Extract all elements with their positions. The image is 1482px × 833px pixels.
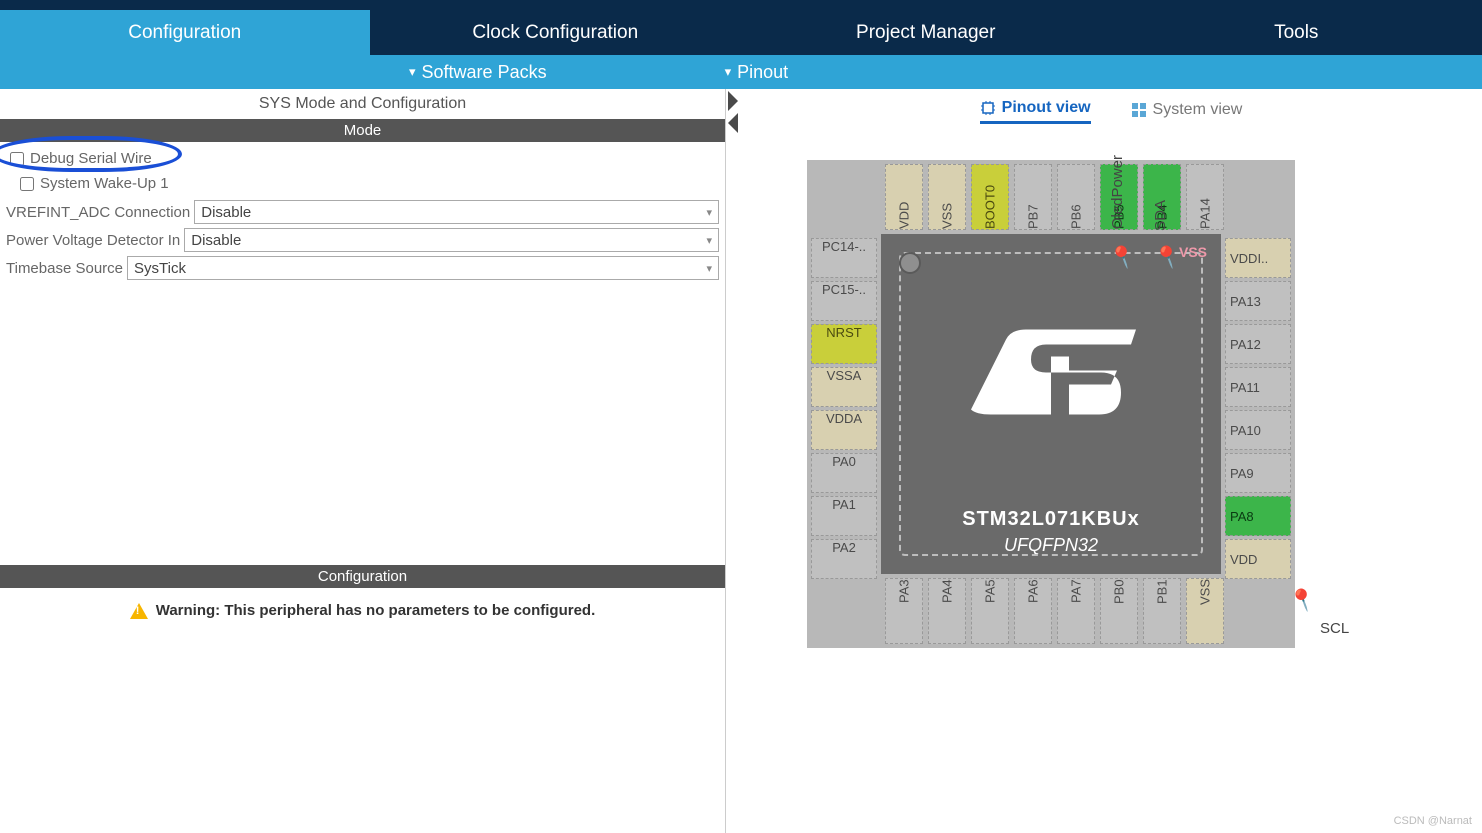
pin-vddi[interactable]: VDDI.. bbox=[1225, 238, 1291, 278]
system-view-label: System view bbox=[1153, 101, 1243, 119]
pin-pa14[interactable]: PA14 bbox=[1186, 164, 1224, 230]
chevron-down-icon: ▾ bbox=[706, 262, 712, 275]
pin-pa10[interactable]: PA10 bbox=[1225, 410, 1291, 450]
pin-vdd[interactable]: VDD bbox=[885, 164, 923, 230]
timebase-label: Timebase Source bbox=[6, 260, 127, 277]
pin-pa0[interactable]: PA0 bbox=[811, 453, 877, 493]
debug-checkbox[interactable] bbox=[10, 152, 24, 166]
vrefint-label: VREFINT_ADC Connection bbox=[6, 204, 194, 221]
panel-title: SYS Mode and Configuration bbox=[0, 89, 725, 119]
warning-text: Warning: This peripheral has no paramete… bbox=[156, 602, 596, 619]
pin-pb6[interactable]: PB6 bbox=[1057, 164, 1095, 230]
pinout-label: Pinout bbox=[737, 62, 788, 83]
tab-system-view[interactable]: System view bbox=[1131, 99, 1243, 124]
pin-pa13[interactable]: PA13 bbox=[1225, 281, 1291, 321]
vrefint-select[interactable]: Disable ▾ bbox=[194, 200, 719, 224]
grid-icon bbox=[1131, 102, 1147, 118]
checkbox-system-wakeup[interactable]: System Wake-Up 1 bbox=[20, 175, 719, 192]
pin-pc15-[interactable]: PC15-.. bbox=[811, 281, 877, 321]
pin-vdda[interactable]: VDDA bbox=[811, 410, 877, 450]
dropdown-software-packs[interactable]: ▾ Software Packs bbox=[395, 62, 561, 83]
tab-tools[interactable]: Tools bbox=[1112, 10, 1482, 55]
pin1-dot bbox=[899, 252, 921, 274]
pin-pa5[interactable]: PA5 bbox=[971, 578, 1009, 644]
watermark: CSDN @Narnat bbox=[1394, 815, 1472, 827]
pin-label-oledpower: OledPower bbox=[1109, 155, 1126, 229]
chevron-down-icon: ▾ bbox=[409, 64, 416, 80]
pin-pb7[interactable]: PB7 bbox=[1014, 164, 1052, 230]
chip-core: VSS STM32L071KBUx UFQFPN32 bbox=[881, 234, 1221, 574]
section-mode: Mode bbox=[0, 119, 725, 142]
pin-vssa[interactable]: VSSA bbox=[811, 367, 877, 407]
warning-message: Warning: This peripheral has no paramete… bbox=[0, 588, 725, 633]
pin-vss[interactable]: VSS bbox=[1186, 578, 1224, 644]
main-tabs: Configuration Clock Configuration Projec… bbox=[0, 10, 1482, 55]
pin-pa7[interactable]: PA7 bbox=[1057, 578, 1095, 644]
pin-pa6[interactable]: PA6 bbox=[1014, 578, 1052, 644]
chevron-down-icon: ▾ bbox=[706, 234, 712, 247]
vrefint-value: Disable bbox=[201, 204, 251, 221]
chip-icon bbox=[980, 100, 996, 116]
debug-label: Debug Serial Wire bbox=[30, 150, 152, 167]
pinout-view-label: Pinout view bbox=[1002, 99, 1091, 117]
pin-nrst[interactable]: NRST bbox=[811, 324, 877, 364]
pin-pa9[interactable]: PA9 bbox=[1225, 453, 1291, 493]
pin-boot0[interactable]: BOOT0 bbox=[971, 164, 1009, 230]
dropdown-pinout[interactable]: ▾ Pinout bbox=[711, 62, 803, 83]
chevron-down-icon: ▾ bbox=[706, 206, 712, 219]
pin-label-sda: SDA bbox=[1152, 200, 1169, 231]
software-packs-label: Software Packs bbox=[422, 62, 547, 83]
pane-splitter[interactable] bbox=[726, 89, 740, 833]
section-configuration: Configuration bbox=[0, 565, 725, 588]
tab-pinout-view[interactable]: Pinout view bbox=[980, 99, 1091, 124]
pin-pa11[interactable]: PA11 bbox=[1225, 367, 1291, 407]
pin-pa8[interactable]: PA8 bbox=[1225, 496, 1291, 536]
pin-pa3[interactable]: PA3 bbox=[885, 578, 923, 644]
pin-pa4[interactable]: PA4 bbox=[928, 578, 966, 644]
pin-pb1[interactable]: PB1 bbox=[1143, 578, 1181, 644]
checkbox-debug-serial-wire[interactable]: Debug Serial Wire bbox=[10, 150, 719, 167]
tab-project-manager[interactable]: Project Manager bbox=[741, 10, 1112, 55]
tab-clock[interactable]: Clock Configuration bbox=[371, 10, 742, 55]
pvd-label: Power Voltage Detector In bbox=[6, 232, 184, 249]
pin-vss[interactable]: VSS bbox=[928, 164, 966, 230]
pin-pa1[interactable]: PA1 bbox=[811, 496, 877, 536]
pin-vdd[interactable]: VDD bbox=[1225, 539, 1291, 579]
wakeup-label: System Wake-Up 1 bbox=[40, 175, 169, 192]
st-logo bbox=[951, 314, 1151, 439]
pvd-value: Disable bbox=[191, 232, 241, 249]
timebase-select[interactable]: SysTick ▾ bbox=[127, 256, 719, 280]
chip-package[interactable]: VSS STM32L071KBUx UFQFPN32 VDDVSSBOOT0PB… bbox=[807, 160, 1295, 648]
pin-pa2[interactable]: PA2 bbox=[811, 539, 877, 579]
timebase-value: SysTick bbox=[134, 260, 186, 277]
chevron-down-icon: ▾ bbox=[725, 64, 732, 80]
pin-label-scl: SCL bbox=[1320, 620, 1349, 637]
wakeup-checkbox[interactable] bbox=[20, 177, 34, 191]
tab-configuration[interactable]: Configuration bbox=[0, 10, 371, 55]
warning-icon bbox=[130, 603, 148, 619]
pvd-select[interactable]: Disable ▾ bbox=[184, 228, 719, 252]
pin-pa12[interactable]: PA12 bbox=[1225, 324, 1291, 364]
pin-pb0[interactable]: PB0 bbox=[1100, 578, 1138, 644]
pin-pc14-[interactable]: PC14-.. bbox=[811, 238, 877, 278]
